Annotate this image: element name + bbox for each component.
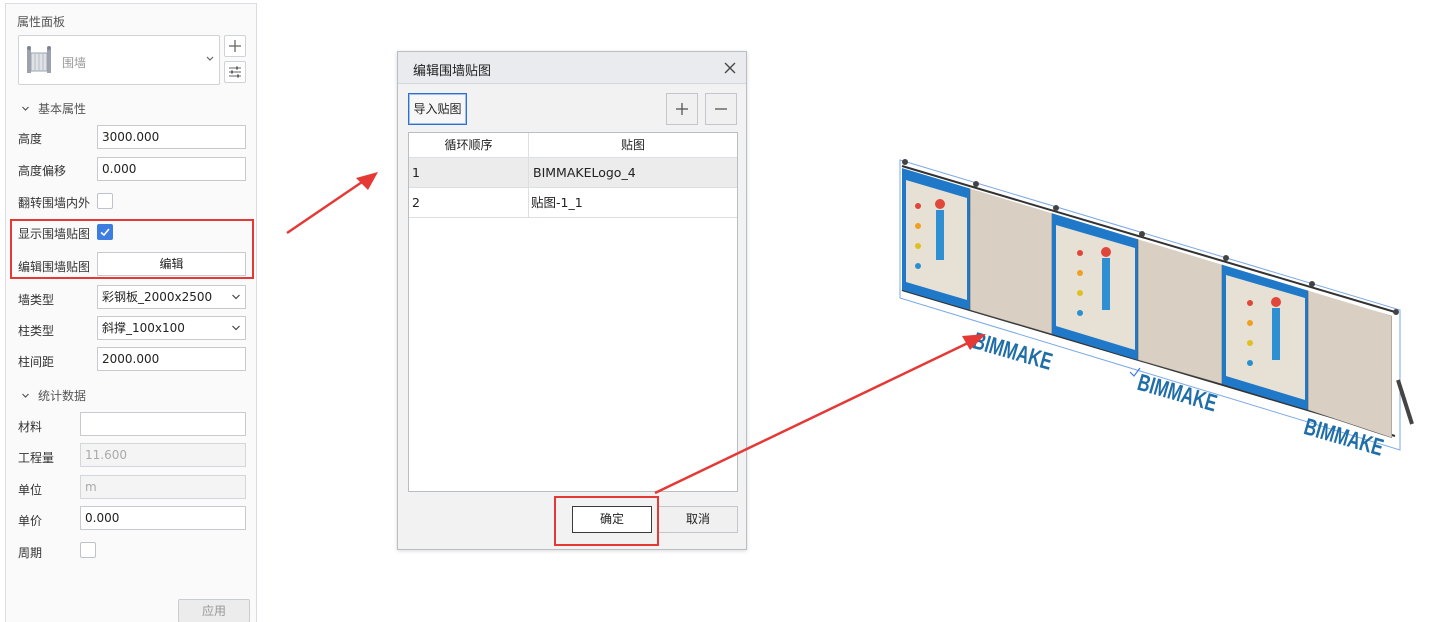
unit-input: m: [80, 475, 246, 499]
highlight-box: [10, 219, 254, 279]
height-offset-label: 高度偏移: [18, 164, 67, 178]
chevron-down-icon: [22, 106, 29, 111]
dialog-header[interactable]: 编辑围墙贴图: [398, 52, 746, 84]
close-icon[interactable]: [723, 61, 737, 75]
height-input[interactable]: 3000.000: [97, 125, 246, 149]
wall-type-value: 彩钢板_2000x2500: [102, 290, 213, 304]
flip-label: 翻转围墙内外: [18, 196, 91, 210]
add-type-button[interactable]: [224, 35, 246, 57]
table-row[interactable]: 1 BIMMAKELogo_4: [409, 158, 737, 188]
material-input[interactable]: [80, 412, 246, 436]
period-checkbox[interactable]: [80, 542, 96, 558]
type-selector-value: 围墙: [62, 56, 87, 70]
arrow-to-dialog: [286, 178, 366, 235]
3d-viewport[interactable]: BIMMAKE BIMMAKE BIMMAKE: [880, 140, 1440, 460]
sliders-icon: [229, 66, 241, 78]
chevron-down-icon: [232, 325, 240, 331]
property-panel: 属性面板 围墙 基本属性 高度 3000.000 高度偏移 0.000 翻转围墙…: [5, 3, 257, 622]
height-label: 高度: [18, 132, 43, 146]
row-texture: 贴图-1_1: [531, 195, 583, 210]
flip-checkbox[interactable]: [97, 193, 113, 209]
stats-section-header[interactable]: 统计数据: [21, 387, 86, 404]
plus-icon: [676, 103, 688, 115]
arrowhead-icon: [356, 172, 378, 190]
plus-icon: [229, 40, 241, 52]
row-order: 1: [409, 158, 529, 187]
wall-type-select[interactable]: 彩钢板_2000x2500: [97, 285, 246, 309]
column-type-label: 柱类型: [18, 324, 55, 338]
chevron-down-icon: [22, 393, 29, 398]
highlight-box: [554, 496, 659, 546]
remove-row-button[interactable]: [705, 93, 737, 125]
type-settings-button[interactable]: [224, 61, 246, 83]
period-label: 周期: [18, 546, 43, 560]
row-texture: BIMMAKELogo_4: [533, 165, 636, 180]
minus-icon: [715, 108, 727, 110]
logo-panel: [969, 187, 1053, 335]
logo-text: BIMMAKE: [970, 328, 1055, 376]
wall-type-label: 墙类型: [18, 293, 55, 307]
chevron-down-icon: [232, 294, 240, 300]
unit-price-label: 单价: [18, 514, 43, 528]
panel-title: 属性面板: [17, 15, 66, 29]
dialog-title: 编辑围墙贴图: [413, 64, 492, 79]
column-spacing-label: 柱间距: [18, 355, 55, 369]
cancel-button[interactable]: 取消: [658, 506, 738, 533]
height-offset-input[interactable]: 0.000: [97, 157, 246, 181]
stats-section-title: 统计数据: [38, 389, 87, 403]
chevron-down-icon: [206, 56, 214, 61]
logo-panel: [1137, 237, 1223, 385]
column-spacing-input[interactable]: 2000.000: [97, 347, 246, 371]
column-type-select[interactable]: 斜撑_100x100: [97, 316, 246, 340]
basic-section-title: 基本属性: [38, 102, 87, 116]
apply-button[interactable]: 应用: [178, 599, 250, 622]
column-header-order[interactable]: 循环顺序: [409, 133, 529, 158]
import-texture-button[interactable]: 导入贴图: [408, 93, 467, 125]
table-row[interactable]: 2 贴图-1_1: [409, 188, 737, 218]
logo-panel: [1307, 287, 1392, 438]
material-label: 材料: [18, 420, 43, 434]
texture-table: 循环顺序 贴图 1 BIMMAKELogo_4 2 贴图-1_1: [408, 132, 738, 492]
quantity-label: 工程量: [18, 451, 55, 465]
basic-section-header[interactable]: 基本属性: [21, 100, 86, 117]
column-header-texture[interactable]: 贴图: [529, 133, 737, 158]
quantity-input: 11.600: [80, 443, 246, 467]
fence-icon: [27, 46, 51, 73]
unit-price-input[interactable]: 0.000: [80, 506, 246, 530]
column-type-value: 斜撑_100x100: [102, 321, 185, 335]
row-order: 2: [409, 188, 529, 217]
unit-label: 单位: [18, 483, 43, 497]
edit-texture-dialog: 编辑围墙贴图 导入贴图 循环顺序 贴图 1 BIMMAKELogo_4 2 贴图…: [397, 51, 747, 550]
add-row-button[interactable]: [666, 93, 698, 125]
type-selector[interactable]: 围墙: [18, 35, 220, 85]
